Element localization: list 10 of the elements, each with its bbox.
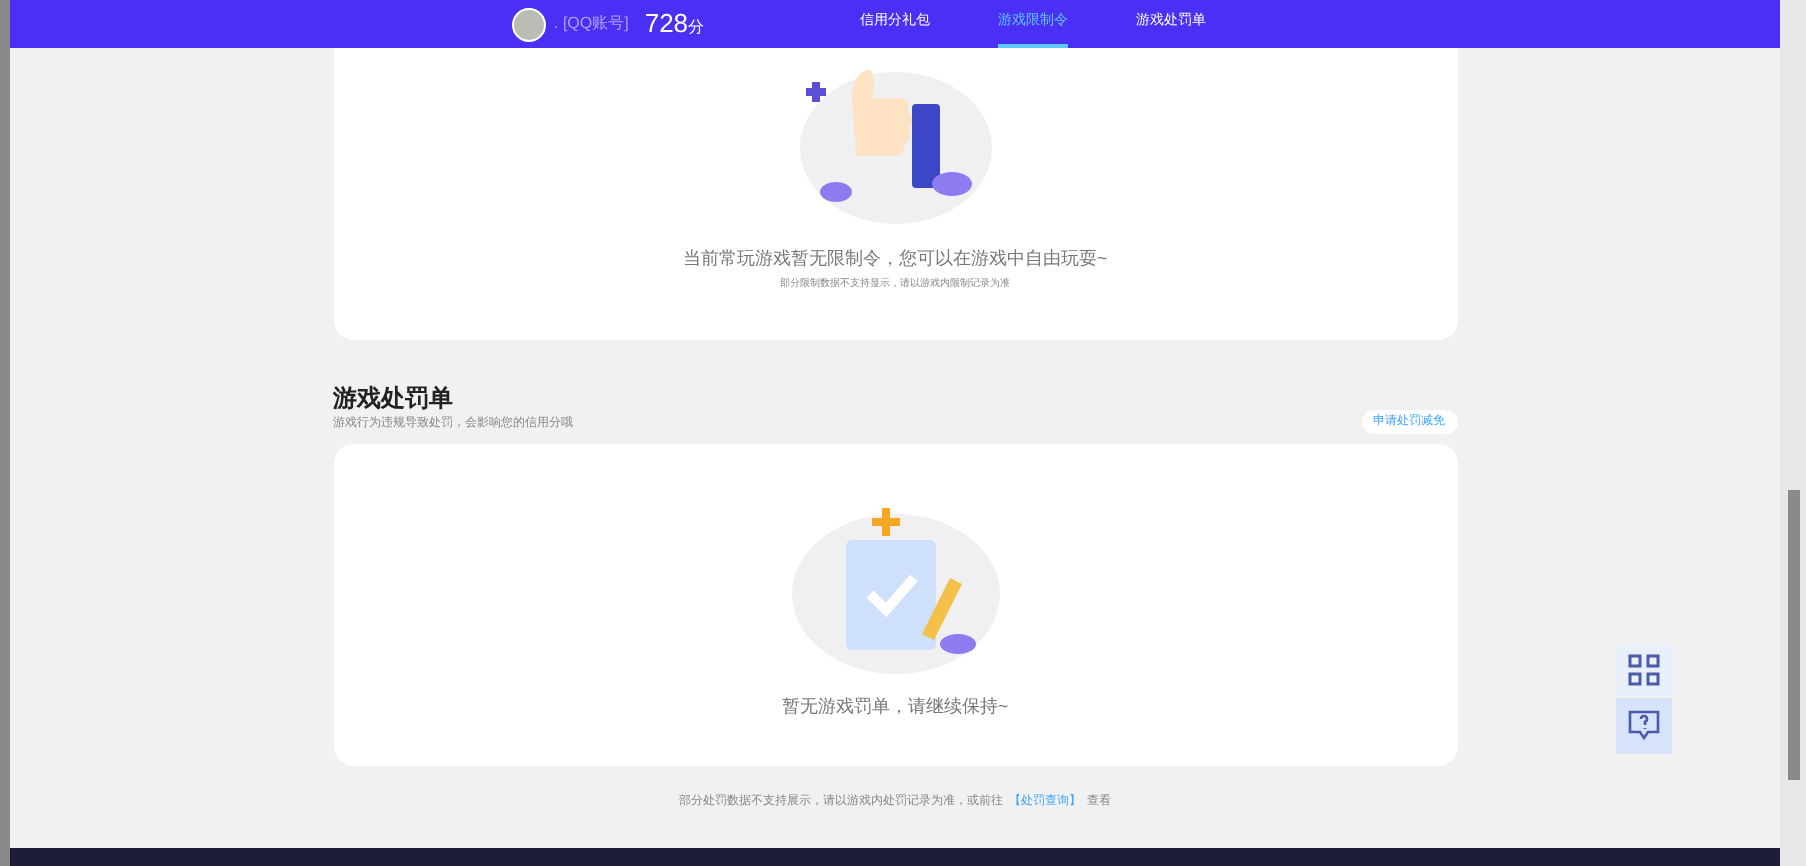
avatar	[512, 7, 546, 41]
nickname: . [QQ账号]	[554, 12, 629, 36]
credit-score: 728分	[644, 6, 705, 43]
help-chat-icon	[1628, 710, 1660, 742]
help-button[interactable]	[1616, 698, 1672, 754]
qr-code-icon	[1628, 654, 1660, 686]
section-title: 游戏处罚单	[333, 382, 455, 416]
empty-penalty-message: 暂无游戏罚单，请继续保持~	[781, 694, 1009, 720]
qr-code-button[interactable]	[1616, 644, 1672, 696]
restriction-message: 当前常玩游戏暂无限制令，您可以在游戏中自由玩耍~	[682, 246, 1108, 272]
